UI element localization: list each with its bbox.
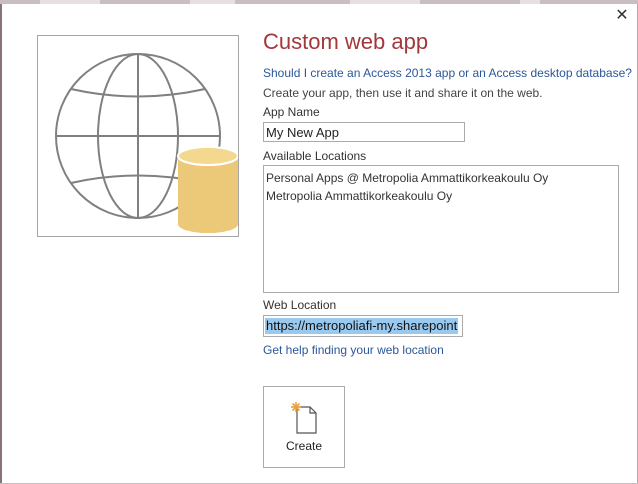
app-name-label: App Name [263,105,320,119]
location-item-personal-apps[interactable]: Personal Apps @ Metropolia Ammattikorkea… [266,171,548,185]
app-vs-desktop-link[interactable]: Should I create an Access 2013 app or an… [263,66,632,80]
web-location-input[interactable]: https://metropoliafi-my.sharepoint [263,315,463,337]
web-location-help-link[interactable]: Get help finding your web location [263,343,444,357]
app-name-input[interactable] [263,122,465,142]
window-left-edge [0,4,2,484]
database-icon [177,146,238,233]
dialog-title: Custom web app [263,29,429,54]
available-locations-list[interactable]: Personal Apps @ Metropolia Ammattikorkea… [263,165,619,293]
location-item-metropolia[interactable]: Metropolia Ammattikorkeakoulu Oy [266,189,452,203]
create-button-label: Create [285,439,323,453]
available-locations-label: Available Locations [263,149,367,163]
close-icon: ✕ [615,7,629,24]
create-button[interactable]: Create [263,386,345,468]
close-button[interactable]: ✕ [612,6,632,26]
new-document-icon [291,402,317,434]
globe-database-icon [55,53,238,233]
web-app-illustration [37,35,239,237]
web-location-label: Web Location [263,298,337,312]
web-location-value: https://metropoliafi-my.sharepoint [265,318,459,334]
background-window-strip [0,0,638,4]
dialog-description: Create your app, then use it and share i… [263,86,543,100]
